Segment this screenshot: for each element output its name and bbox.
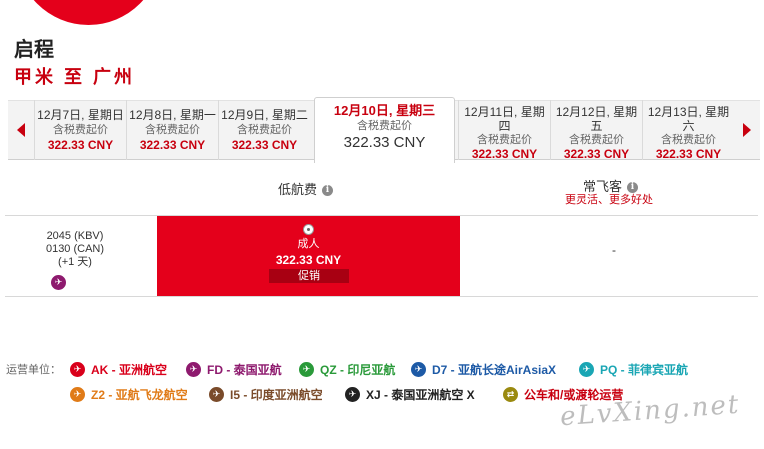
qz-icon: ✈ xyxy=(299,362,314,377)
z2-icon: ✈ xyxy=(70,387,85,402)
operator-name: D7 - 亚航长途AirAsiaX xyxy=(432,363,557,377)
operator-i5: ✈ I5 - 印度亚洲航空 xyxy=(209,386,323,403)
date-tab-7[interactable]: 12月13日, 星期六 含税费起价 322.33 CNY xyxy=(642,100,734,161)
date-tab-tax: 含税费起价 xyxy=(53,124,108,136)
info-icon[interactable]: i xyxy=(322,185,334,197)
passenger-type: 成人 xyxy=(297,238,320,250)
date-tab-tax: 含税费起价 xyxy=(477,134,532,146)
operator-ak: ✈ AK - 亚洲航空 xyxy=(70,361,167,378)
date-tab-day: 12月11日, 星期四 xyxy=(464,105,545,133)
operator-name: XJ - 泰国亚洲航空 X xyxy=(366,388,475,402)
route-title: 甲米 至 广州 xyxy=(14,67,136,87)
date-selector: 12月7日, 星期日 含税费起价 322.33 CNY 12月8日, 星期一 含… xyxy=(8,97,760,163)
xj-icon: ✈ xyxy=(345,387,360,402)
operator-name: AK - 亚洲航空 xyxy=(91,363,167,377)
operator-qz: ✈ QZ - 印尼亚航 xyxy=(299,361,395,378)
d7-icon: ✈ xyxy=(411,362,426,377)
date-tab-selected[interactable]: 12月10日, 星期三 含税费起价 322.33 CNY xyxy=(314,97,455,163)
date-tab-day: 12月7日, 星期日 xyxy=(37,108,124,122)
date-tab-day: 12月9日, 星期二 xyxy=(221,108,308,122)
fare-price: 322.33 CNY xyxy=(275,253,342,267)
ak-icon: ✈ xyxy=(70,362,85,377)
date-tab-price: 322.33 CNY xyxy=(231,138,298,152)
operator-name: I5 - 印度亚洲航空 xyxy=(230,388,323,402)
date-tab-price: 322.33 CNY xyxy=(139,138,206,152)
date-tab-price: 322.33 CNY xyxy=(47,138,114,152)
date-tab-tax: 含税费起价 xyxy=(569,134,624,146)
date-tab-price: 322.33 CNY xyxy=(471,147,538,161)
date-tab-tax: 含税费起价 xyxy=(661,134,716,146)
operator-label: 运营单位： xyxy=(6,364,61,376)
journey-heading: 启程 甲米 至 广州 xyxy=(14,38,135,89)
operator-z2: ✈ Z2 - 亚航飞龙航空 xyxy=(70,386,188,403)
low-fare-header: 低航费 i xyxy=(278,179,334,198)
frequent-flyer-subtitle: 更灵活、更多好处 xyxy=(565,194,653,206)
date-tab-price: 322.33 CNY xyxy=(655,147,722,161)
airasia-logo xyxy=(16,0,161,25)
prev-week-button[interactable] xyxy=(8,100,34,160)
frequent-flyer-fare: - xyxy=(612,243,616,257)
flight-times: 2045 (KBV) 0130 (CAN) (+1 天) xyxy=(40,230,110,269)
next-week-button[interactable] xyxy=(734,100,760,160)
date-tab-2[interactable]: 12月8日, 星期一 含税费起价 322.33 CNY xyxy=(126,100,218,160)
date-tab-day: 12月10日, 星期三 xyxy=(333,103,436,118)
date-tab-5[interactable]: 12月11日, 星期四 含税费起价 322.33 CNY xyxy=(458,100,550,161)
bus-ferry-icon: ⇄ xyxy=(503,387,518,402)
fd-airline-icon[interactable]: ✈ xyxy=(51,275,66,290)
chevron-right-icon xyxy=(743,123,751,137)
operator-name: QZ - 印尼亚航 xyxy=(320,363,396,377)
operator-name: PQ - 菲律宾亚航 xyxy=(600,363,689,377)
promo-badge: 促销 xyxy=(269,269,349,283)
date-tab-tax: 含税费起价 xyxy=(237,124,292,136)
date-tab-tax: 含税费起价 xyxy=(145,124,200,136)
page-title: 启程 xyxy=(14,39,54,61)
date-tab-3[interactable]: 12月9日, 星期二 含税费起价 322.33 CNY xyxy=(218,100,310,160)
operator-name: Z2 - 亚航飞龙航空 xyxy=(91,388,188,402)
low-fare-option[interactable]: 成人 322.33 CNY 促销 xyxy=(157,216,460,296)
fare-radio-button[interactable] xyxy=(303,224,314,235)
chevron-left-icon xyxy=(17,123,25,137)
pq-icon: ✈ xyxy=(579,362,594,377)
arrive-time: 0130 (CAN) xyxy=(45,243,105,255)
operator-d7: ✈ D7 - 亚航长途AirAsiaX xyxy=(411,361,556,378)
operator-pq: ✈ PQ - 菲律宾亚航 xyxy=(579,361,688,378)
date-tab-tax: 含税费起价 xyxy=(357,120,412,132)
date-tab-price: 322.33 CNY xyxy=(343,134,426,151)
date-tab-6[interactable]: 12月12日, 星期五 含税费起价 322.33 CNY xyxy=(550,100,642,161)
divider xyxy=(5,296,758,297)
operator-xj: ✈ XJ - 泰国亚洲航空 X xyxy=(345,386,475,403)
low-fare-label: 低航费 xyxy=(278,182,318,197)
date-tab-day: 12月12日, 星期五 xyxy=(555,105,638,133)
date-tab-day: 12月13日, 星期六 xyxy=(647,105,730,133)
day-offset: (+1 天) xyxy=(58,256,92,268)
depart-time: 2045 (KBV) xyxy=(46,230,104,242)
date-tab-1[interactable]: 12月7日, 星期日 含税费起价 322.33 CNY xyxy=(34,100,126,160)
i5-icon: ✈ xyxy=(209,387,224,402)
fd-icon: ✈ xyxy=(186,362,201,377)
date-tab-day: 12月8日, 星期一 xyxy=(129,108,216,122)
date-tab-price: 322.33 CNY xyxy=(563,147,630,161)
operator-name: FD - 泰国亚航 xyxy=(207,363,282,377)
operator-fd: ✈ FD - 泰国亚航 xyxy=(186,361,282,378)
